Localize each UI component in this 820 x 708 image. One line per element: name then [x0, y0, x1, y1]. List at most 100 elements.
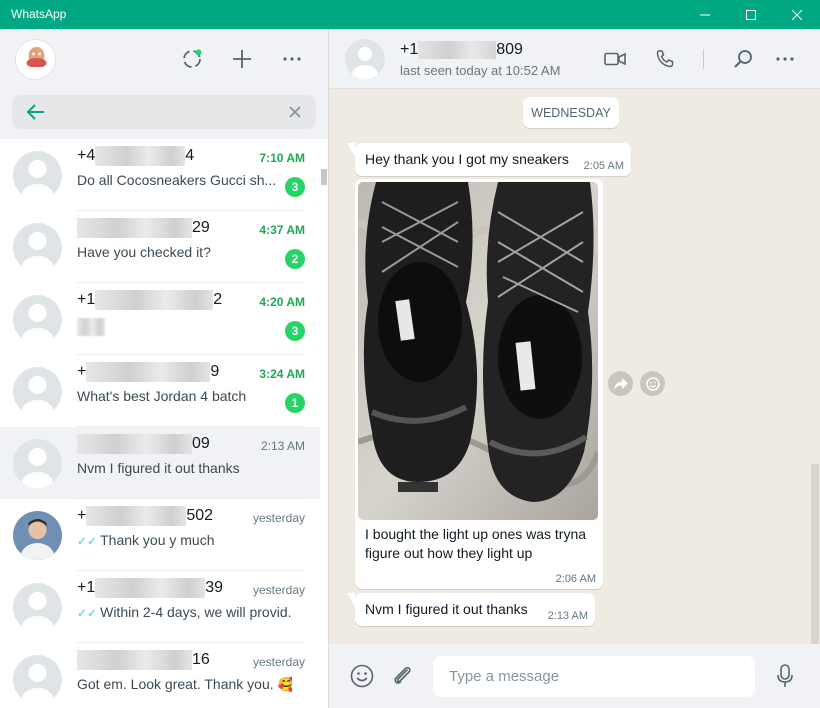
contact-name[interactable]: +1 809 — [400, 41, 523, 59]
redacted-name — [95, 146, 186, 166]
chat-name-suffix: 29 — [192, 219, 210, 237]
chat-body: +9 3:24 AM What's best Jordan 4 batch 1 — [77, 355, 305, 427]
maximize-button[interactable] — [728, 0, 774, 29]
conversation-header: +1 809 last seen today at 10:52 AM — [329, 29, 820, 89]
brand-logo-icon — [16, 40, 55, 79]
chat-name: +502 — [77, 506, 213, 526]
title-bar: WhatsApp — [0, 0, 820, 29]
chat-name-prefix: + — [77, 507, 87, 525]
close-button[interactable] — [774, 0, 820, 29]
chat-avatar — [13, 655, 62, 704]
clear-search-button[interactable] — [286, 103, 304, 121]
chat-preview-text: Nvm I figured it out thanks — [77, 460, 240, 476]
chat-avatar — [13, 367, 62, 416]
contact-avatar[interactable] — [345, 39, 385, 79]
voice-message-button[interactable] — [771, 662, 799, 690]
chat-list-panel: +4 4 7:10 AM Do all Cocosneakers Gucci sh..… — [0, 29, 329, 708]
emoji-button[interactable] — [348, 662, 376, 690]
minimize-button[interactable] — [682, 0, 728, 29]
chat-name-suffix: 09 — [192, 435, 210, 453]
chat-body: +1 2 4:20 AM 3 — [77, 283, 305, 355]
message-bubble[interactable]: Nvm I figured it out thanks 2:13 AM — [347, 593, 595, 626]
redacted-name — [86, 362, 211, 382]
message-bubble[interactable]: Hey thank you I got my sneakers 2:05 AM — [347, 143, 631, 176]
chat-list-item[interactable]: 29 4:37 AM Have you checked it? 2 — [0, 211, 320, 283]
back-button[interactable] — [26, 102, 46, 122]
chat-preview: What's best Jordan 4 batch — [77, 388, 292, 404]
chat-preview-text: Within 2-4 days, we will provid... — [100, 604, 292, 620]
search-input[interactable] — [56, 102, 276, 122]
chat-preview: ✓✓ Thank you y much — [77, 532, 292, 548]
status-button[interactable] — [178, 45, 206, 73]
default-avatar-icon — [13, 223, 62, 272]
react-button[interactable] — [640, 371, 665, 396]
conversation-menu-button[interactable] — [771, 45, 799, 73]
video-call-button[interactable] — [601, 45, 629, 73]
video-call-icon — [604, 52, 626, 66]
chat-list-item[interactable]: +1 39 yesterday ✓✓ Within 2-4 days, we will … — [0, 571, 320, 643]
my-avatar[interactable] — [15, 39, 56, 80]
chat-preview-text: What's best Jordan 4 batch — [77, 388, 247, 404]
chat-name-prefix: +1 — [77, 291, 96, 309]
chat-list-scrollbar[interactable] — [320, 139, 328, 185]
sneakers-photo[interactable] — [358, 182, 598, 520]
left-header — [0, 29, 328, 89]
contact-name-prefix: +1 — [400, 41, 419, 59]
microphone-icon — [777, 664, 793, 687]
redacted-name — [418, 41, 497, 59]
chat-preview-text: Got em. Look great. Thank you. 🥰 — [77, 676, 292, 692]
chat-name: +9 — [77, 362, 219, 382]
chat-list-item[interactable]: 09 2:13 AM Nvm I figured it out thanks — [0, 427, 320, 499]
redacted-name — [77, 650, 192, 670]
default-avatar-icon — [13, 367, 62, 416]
chat-name-suffix: 4 — [185, 147, 195, 165]
chat-time: yesterday — [252, 655, 305, 669]
chat-avatar — [13, 295, 62, 344]
default-avatar-icon — [13, 151, 62, 200]
new-chat-button[interactable] — [228, 45, 256, 73]
message-input[interactable] — [433, 656, 755, 697]
message-text: Hey thank you I got my sneakers — [365, 151, 569, 167]
menu-button[interactable] — [278, 45, 306, 73]
emoji-icon — [645, 376, 660, 391]
messages-scrollbar[interactable] — [811, 464, 819, 644]
chat-name: +1 2 — [77, 290, 222, 310]
message-time: 2:13 AM — [547, 610, 588, 622]
chat-name: 29 — [77, 218, 210, 238]
conversation-panel: +1 809 last seen today at 10:52 AM WEDNES… — [329, 29, 820, 708]
bubble-tail — [347, 143, 355, 156]
image-message-bubble[interactable]: I bought the light up ones was tryna fig… — [355, 179, 603, 589]
chat-preview: Nvm I figured it out thanks — [77, 460, 292, 476]
chat-name: +4 4 — [77, 146, 194, 166]
chat-list-item[interactable]: +4 4 7:10 AM Do all Cocosneakers Gucci sh..… — [0, 139, 320, 211]
message-text: Nvm I figured it out thanks — [365, 601, 528, 617]
chat-list-item[interactable]: +9 3:24 AM What's best Jordan 4 batch 1 — [0, 355, 320, 427]
status-icon — [183, 49, 202, 68]
chat-avatar — [13, 583, 62, 632]
profile-photo-icon — [13, 511, 62, 560]
chat-avatar — [13, 151, 62, 200]
chat-list-item[interactable]: +1 2 4:20 AM 3 — [0, 283, 320, 355]
message-area: WEDNESDAY Hey thank you I got my sneaker… — [329, 89, 820, 644]
search-messages-button[interactable] — [729, 45, 757, 73]
chat-preview-text: Thank you y much — [100, 532, 215, 548]
redacted-name — [77, 434, 192, 454]
chat-list-item[interactable]: +502 yesterday ✓✓ Thank you y much — [0, 499, 320, 571]
default-avatar-icon — [13, 655, 62, 704]
chat-name-suffix: 502 — [186, 507, 214, 525]
read-receipt-icon: ✓✓ — [77, 534, 98, 548]
voice-call-button[interactable] — [651, 45, 679, 73]
day-divider: WEDNESDAY — [523, 97, 619, 128]
read-receipt-icon: ✓✓ — [77, 606, 98, 620]
redacted-name — [95, 290, 214, 310]
forward-button[interactable] — [608, 371, 633, 396]
chat-list-item[interactable]: 16 yesterday Got em. Look great. Thank you… — [0, 643, 320, 708]
attach-icon — [394, 666, 411, 684]
emoji-icon — [350, 664, 374, 688]
unread-count-badge: 3 — [285, 177, 305, 197]
attach-button[interactable] — [389, 662, 417, 690]
header-divider — [703, 49, 704, 69]
default-avatar-icon — [345, 39, 385, 79]
chat-name-suffix: 2 — [213, 291, 223, 309]
chat-body: +502 yesterday ✓✓ Thank you y much — [77, 499, 305, 571]
